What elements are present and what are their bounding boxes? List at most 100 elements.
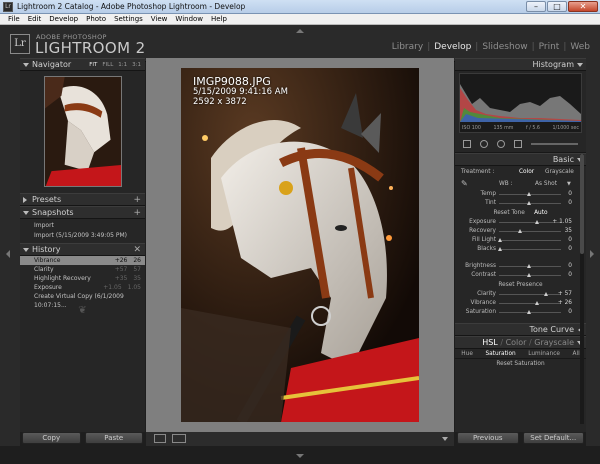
slider-value[interactable]: 0 — [568, 245, 572, 254]
slider-track[interactable] — [499, 292, 561, 296]
adjustment-brush-icon[interactable] — [531, 142, 578, 145]
slider-track[interactable] — [498, 238, 561, 242]
slider-value[interactable]: + 26 — [558, 299, 572, 308]
menu-help[interactable]: Help — [207, 14, 231, 24]
module-print[interactable]: Print — [539, 42, 560, 52]
history-item[interactable]: Vibrance +26 26 — [20, 256, 145, 265]
slider-thumb[interactable] — [527, 310, 531, 314]
right-panel-toggle-icon[interactable] — [590, 250, 594, 258]
history-item[interactable]: Create Virtual Copy (6/1/2009 10:07:15..… — [20, 292, 145, 309]
snapshots-header[interactable]: Snapshots + — [20, 206, 145, 219]
wb-value[interactable]: As Shot — [535, 178, 557, 190]
previous-button[interactable]: Previous — [457, 432, 519, 444]
hsl-saturation-tab[interactable]: Saturation — [485, 349, 515, 358]
slider-track[interactable] — [499, 192, 561, 196]
auto-tone-button[interactable]: Auto — [534, 210, 547, 216]
slider-thumb[interactable] — [527, 201, 531, 205]
tone-curve-header[interactable]: Tone Curve — [455, 323, 586, 336]
slider-track[interactable] — [499, 301, 561, 305]
scrollbar-thumb[interactable] — [580, 154, 584, 254]
slider-value[interactable]: + 1.05 — [552, 218, 572, 227]
treatment-color[interactable]: Color — [519, 166, 534, 178]
hsl-header[interactable]: HSL / Color / Grayscale — [455, 336, 586, 349]
menu-edit[interactable]: Edit — [24, 14, 46, 24]
hsl-tab-grayscale[interactable]: Grayscale — [534, 338, 574, 347]
tint-slider[interactable]: Tint 0 — [455, 199, 586, 208]
reset-presence-button[interactable]: Reset Presence — [498, 282, 542, 288]
zoom-fit[interactable]: FIT — [89, 59, 97, 71]
spot-removal-icon[interactable] — [480, 139, 488, 148]
histogram-graph[interactable]: ISO 100 135 mm f / 5.6 1/1000 sec — [459, 73, 582, 133]
main-photo[interactable]: IMGP9088.JPG 5/15/2009 9:41:16 AM 2592 x… — [181, 68, 419, 422]
slider-track[interactable] — [499, 229, 561, 233]
temp-slider[interactable]: Temp 0 — [455, 190, 586, 199]
eyedropper-icon[interactable]: ✎ — [461, 178, 468, 190]
loupe-view-icon[interactable] — [154, 434, 166, 443]
hsl-tab-color[interactable]: Color — [506, 338, 527, 347]
red-eye-icon[interactable] — [497, 139, 505, 148]
slider-thumb[interactable] — [534, 220, 539, 224]
right-panel-scrollbar[interactable] — [580, 154, 584, 424]
zoom-1-1[interactable]: 1:1 — [118, 59, 127, 71]
crop-tool-icon[interactable] — [463, 139, 471, 148]
slider-thumb[interactable] — [543, 292, 548, 296]
menu-window[interactable]: Window — [171, 14, 207, 24]
before-after-icon[interactable] — [172, 434, 186, 443]
menu-develop[interactable]: Develop — [45, 14, 82, 24]
left-panel-toggle-icon[interactable] — [6, 250, 10, 258]
copy-button[interactable]: Copy — [22, 432, 81, 444]
saturation-slider[interactable]: Saturation 0 — [455, 308, 586, 317]
zoom-fill[interactable]: FILL — [102, 59, 113, 71]
slider-value[interactable]: 0 — [568, 262, 572, 271]
contrast-slider[interactable]: Contrast 0 — [455, 271, 586, 280]
menu-view[interactable]: View — [147, 14, 172, 24]
slider-track[interactable] — [499, 310, 561, 314]
slider-value[interactable]: 35 — [565, 227, 572, 236]
history-item[interactable]: Highlight Recovery +35 35 — [20, 274, 145, 283]
maximize-button[interactable]: □ — [547, 1, 567, 12]
clear-history-icon[interactable]: ✕ — [133, 244, 141, 256]
slider-thumb[interactable] — [527, 264, 531, 268]
blacks-slider[interactable]: Blacks 0 — [455, 245, 586, 254]
slider-thumb[interactable] — [518, 229, 522, 233]
snapshot-item[interactable]: Import (5/15/2009 3:49:05 PM) — [20, 231, 145, 241]
recovery-slider[interactable]: Recovery 35 — [455, 227, 586, 236]
slider-thumb[interactable] — [527, 273, 531, 277]
exposure-slider[interactable]: Exposure + 1.05 — [455, 218, 586, 227]
minimize-button[interactable]: – — [526, 1, 546, 12]
histogram-header[interactable]: Histogram — [455, 58, 586, 71]
module-web[interactable]: Web — [570, 42, 590, 52]
slider-thumb[interactable] — [498, 247, 503, 251]
hsl-all-tab[interactable]: All — [573, 349, 580, 358]
slider-thumb[interactable] — [534, 301, 539, 305]
add-snapshot-icon[interactable]: + — [133, 207, 141, 219]
set-default-button[interactable]: Set Default... — [522, 432, 584, 444]
vibrance-slider[interactable]: Vibrance + 26 — [455, 299, 586, 308]
paste-button[interactable]: Paste — [84, 432, 143, 444]
module-slideshow[interactable]: Slideshow — [482, 42, 527, 52]
filmstrip-toggle-icon[interactable] — [296, 454, 304, 458]
slider-track[interactable] — [499, 201, 561, 205]
hsl-luminance-tab[interactable]: Luminance — [528, 349, 560, 358]
history-header[interactable]: History ✕ — [20, 243, 145, 256]
add-preset-icon[interactable]: + — [133, 194, 141, 206]
slider-track[interactable] — [499, 273, 561, 277]
reset-saturation-button[interactable]: Reset Saturation — [455, 359, 586, 369]
module-library[interactable]: Library — [392, 42, 423, 52]
image-canvas[interactable]: IMGP9088.JPG 5/15/2009 9:41:16 AM 2592 x… — [146, 58, 454, 432]
slider-value[interactable]: 0 — [568, 199, 572, 208]
slider-value[interactable]: 0 — [568, 308, 572, 317]
slider-value[interactable]: 0 — [568, 190, 572, 199]
module-develop[interactable]: Develop — [434, 42, 471, 52]
graduated-filter-icon[interactable] — [514, 139, 522, 148]
history-item[interactable]: Exposure +1.05 1.05 — [20, 283, 145, 292]
slider-value[interactable]: 0 — [568, 236, 572, 245]
fill-light-slider[interactable]: Fill Light 0 — [455, 236, 586, 245]
top-panel-toggle-icon[interactable] — [296, 29, 304, 33]
history-item[interactable]: Clarity +57 57 — [20, 265, 145, 274]
menu-file[interactable]: File — [4, 14, 24, 24]
reset-tone-button[interactable]: Reset Tone — [493, 210, 524, 216]
navigator-thumbnail[interactable] — [44, 76, 122, 187]
slider-thumb[interactable] — [498, 238, 503, 242]
slider-thumb[interactable] — [527, 192, 531, 196]
